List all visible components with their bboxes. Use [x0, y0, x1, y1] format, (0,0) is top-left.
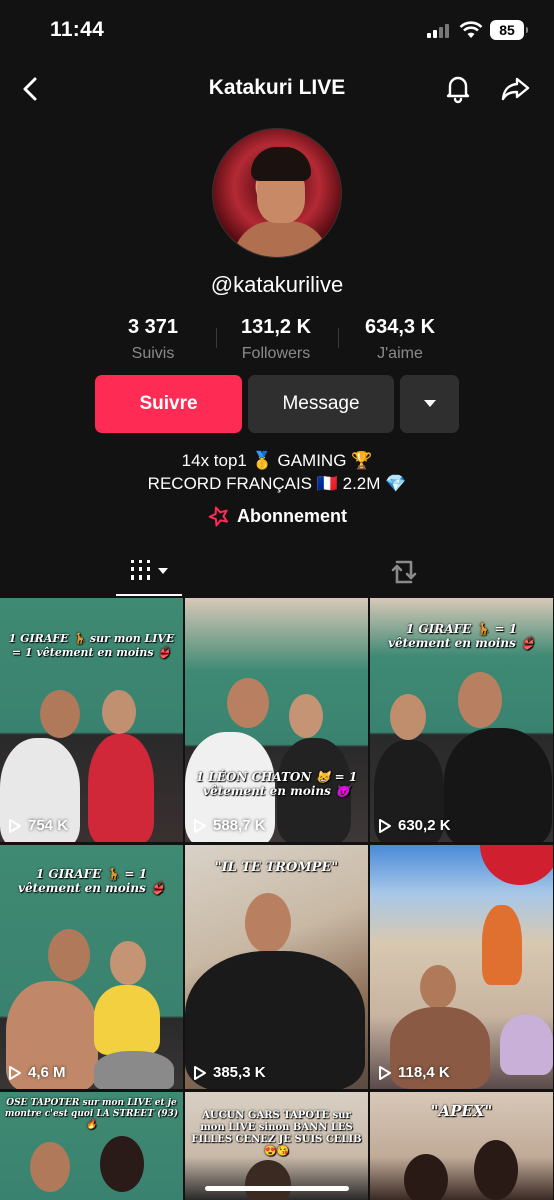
- view-count: 630,2 K: [378, 817, 451, 834]
- status-bar: 11:44 85: [0, 0, 554, 60]
- top-nav: Katakuri LIVE: [0, 64, 554, 114]
- action-buttons: Suivre Message: [0, 375, 554, 433]
- video-caption: 1 LÉON CHATON 😸 = 1 vêtement en moins 😈: [195, 770, 358, 798]
- caret-down-icon: [423, 400, 436, 407]
- play-icon: [194, 1065, 206, 1080]
- view-count-label: 630,2 K: [398, 817, 451, 834]
- video-caption: 1 GIRAFE 🦒 = 1 vêtement en moins 👙: [18, 867, 165, 895]
- status-time: 11:44: [50, 18, 105, 41]
- play-icon: [9, 818, 21, 833]
- view-count: 588,7 K: [193, 817, 266, 834]
- battery-indicator: 85: [490, 20, 528, 40]
- view-count-label: 385,3 K: [213, 1064, 266, 1081]
- play-icon: [379, 1065, 391, 1080]
- stat-followers[interactable]: 131,2 K Followers: [216, 316, 336, 363]
- subscription-link[interactable]: Abonnement: [0, 505, 554, 527]
- video-caption: 1 GIRAFE 🦒 sur mon LIVE = 1 vêtement en …: [8, 632, 175, 659]
- video-thumbnail[interactable]: 1 GIRAFE 🦒 = 1 vêtement en moins 👙 4,6 M: [0, 845, 183, 1089]
- stat-following[interactable]: 3 371 Suivis: [93, 316, 213, 363]
- video-caption: 1 GIRAFE 🦒 = 1 vêtement en moins 👙: [388, 622, 535, 650]
- wifi-icon: [459, 21, 483, 38]
- stat-likes-label: J'aime: [377, 345, 423, 362]
- home-indicator[interactable]: [205, 1186, 349, 1191]
- stat-divider: [338, 328, 339, 348]
- video-thumbnail[interactable]: OSE TAPOTER sur mon LIVE et je montre c'…: [0, 1092, 183, 1200]
- profile-handle: @katakurilive: [210, 272, 344, 297]
- video-thumbnail[interactable]: 1 GIRAFE 🦒 sur mon LIVE = 1 vêtement en …: [0, 598, 183, 842]
- view-count: 754 K: [8, 817, 68, 834]
- bio-line-1: 14x top1 🥇 GAMING 🏆: [181, 451, 373, 470]
- view-count-label: 118,4 K: [398, 1064, 450, 1081]
- video-caption: "IL TE TROMPE": [214, 860, 339, 875]
- video-caption: AUCUN GARS TAPOTE sur mon LIVE sinon BAN…: [191, 1110, 362, 1157]
- more-options-button[interactable]: [400, 375, 459, 433]
- view-count: 4,6 M: [8, 1064, 66, 1081]
- stat-likes[interactable]: 634,3 K J'aime: [340, 316, 460, 363]
- video-caption: OSE TAPOTER sur mon LIVE et je montre c'…: [4, 1098, 179, 1130]
- stat-following-label: Suivis: [131, 345, 175, 362]
- view-count: 385,3 K: [193, 1064, 266, 1081]
- video-thumbnail[interactable]: "IL TE TROMPE" 385,3 K: [185, 845, 368, 1089]
- video-thumbnail[interactable]: 1 LÉON CHATON 😸 = 1 vêtement en moins 😈 …: [185, 598, 368, 842]
- signal-icon: [427, 22, 453, 38]
- view-count-label: 4,6 M: [28, 1064, 66, 1081]
- grid-icon: [131, 560, 168, 580]
- view-count-label: 588,7 K: [213, 817, 266, 834]
- profile-stats: 3 371 Suivis 131,2 K Followers 634,3 K J…: [0, 316, 554, 366]
- bio-line-2: RECORD FRANÇAIS 🇫🇷 2.2M 💎: [147, 474, 407, 493]
- follow-button[interactable]: Suivre: [95, 375, 242, 433]
- view-count: 118,4 K: [378, 1064, 450, 1081]
- video-thumbnail[interactable]: AUCUN GARS TAPOTE sur mon LIVE sinon BAN…: [185, 1092, 368, 1200]
- stat-following-value: 3 371: [127, 316, 179, 338]
- tab-videos[interactable]: [116, 548, 182, 596]
- repost-icon[interactable]: [388, 556, 420, 588]
- play-icon: [194, 818, 206, 833]
- video-thumbnail[interactable]: 118,4 K: [370, 845, 553, 1089]
- bell-icon[interactable]: [441, 71, 475, 105]
- share-icon[interactable]: [498, 71, 532, 105]
- view-count-label: 754 K: [28, 817, 69, 834]
- play-icon: [379, 818, 391, 833]
- active-tab-indicator: [116, 594, 182, 596]
- content-tabs: [0, 548, 554, 596]
- video-thumbnail[interactable]: "APEX": [370, 1092, 553, 1200]
- stat-likes-value: 634,3 K: [364, 316, 436, 338]
- stat-followers-label: Followers: [241, 345, 311, 362]
- video-caption: "APEX": [430, 1102, 493, 1120]
- message-button[interactable]: Message: [248, 375, 394, 433]
- subscription-label: Abonnement: [237, 505, 347, 526]
- play-icon: [9, 1065, 21, 1080]
- video-thumbnail[interactable]: 1 GIRAFE 🦒 = 1 vêtement en moins 👙 630,2…: [370, 598, 553, 842]
- subscription-star-icon: [208, 506, 228, 527]
- stat-followers-value: 131,2 K: [240, 316, 312, 338]
- avatar[interactable]: [212, 128, 342, 258]
